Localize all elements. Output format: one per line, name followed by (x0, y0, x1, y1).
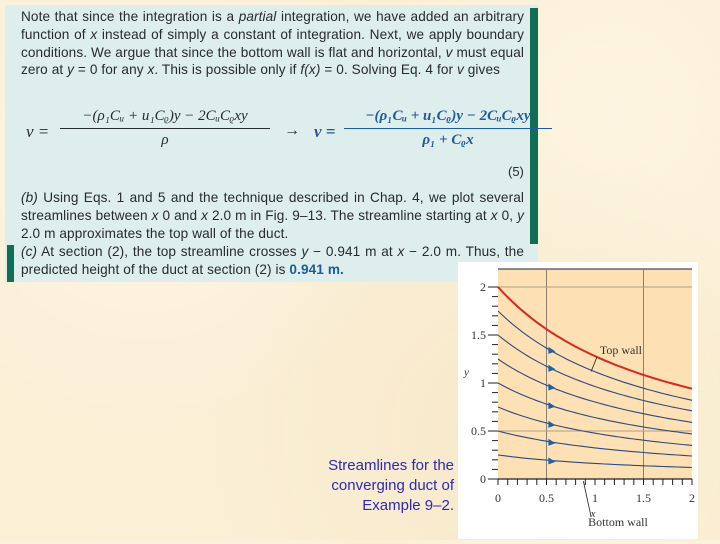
streamline-chart: 0 0.5 1 1.5 200.511.52xyTop wallBottom wall (463, 268, 695, 529)
equation-fraction-result: −(ρ₁Cᵤ + u₁Cᵨ)y − 2CᵤCᵨxy ρ₁ + Cᵨx (344, 108, 552, 149)
equation-lhs: v = (26, 122, 50, 141)
y-tick-label: 0.5 (471, 424, 486, 438)
paragraph-partial-integration: Note that since the integration is a par… (21, 9, 525, 78)
fraction-numerator: −(ρ₁Cᵤ + u₁Cᵨ)y − 2CᵤCᵨxy (344, 108, 552, 129)
fraction-numerator: −(ρ₁Cᵤ + u₁Cᵨ)y − 2CᵤCᵨxy (60, 108, 270, 129)
bottom-wall-label: Bottom wall (588, 515, 648, 529)
y-tick-label: 1 (480, 376, 486, 390)
chart-panel: 0 0.5 1 1.5 2 0 0.5 1 1.5 2 x y Top wall Bottom wall (458, 262, 698, 539)
x-tick-label: 0.5 (539, 491, 554, 505)
x-tick-label: 2 (689, 491, 695, 505)
x-tick-label: 1.5 (636, 491, 651, 505)
x-tick-label: 0 (495, 491, 501, 505)
y-tick-label: 0 (480, 472, 486, 486)
figure-caption: Streamlines for the converging duct of E… (328, 457, 454, 514)
y-tick-label: 1.5 (471, 328, 486, 342)
paragraph-part-c: (c) At section (2), the top streamline c… (21, 244, 524, 277)
equation-number: (5) (508, 164, 524, 179)
arrow-icon: → (284, 122, 300, 139)
equation-5: v = −(ρ₁Cᵤ + u₁Cᵨ)y − 2CᵤCᵨxy ρ → v = −(… (26, 108, 552, 168)
x-tick-label: 1 (592, 491, 598, 505)
paragraph-part-b: (b) Using Eqs. 1 and 5 and the technique… (21, 190, 524, 241)
bottom-wall-leader (582, 480, 592, 518)
accent-bar-left (7, 245, 14, 282)
fraction-denominator: ρ₁ + Cᵨx (422, 132, 474, 148)
top-wall-label: Top wall (600, 343, 643, 357)
y-tick-label: 2 (480, 280, 486, 294)
result-value: 0.941 m. (289, 261, 344, 277)
fraction-denominator: ρ (161, 132, 169, 148)
equation-fraction-intermediate: −(ρ₁Cᵤ + u₁Cᵨ)y − 2CᵤCᵨxy ρ (60, 108, 270, 149)
y-axis-label: y (463, 366, 469, 378)
equation-rhs: v = (314, 122, 336, 141)
